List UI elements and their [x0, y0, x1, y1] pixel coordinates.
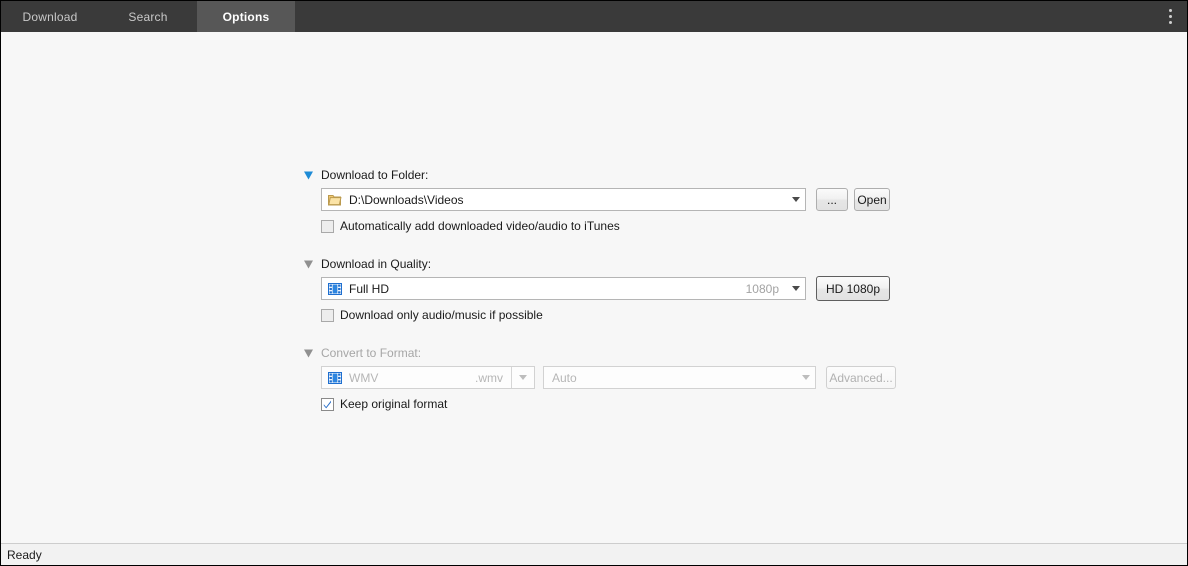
folder-icon — [328, 194, 342, 205]
itunes-checkbox-label: Automatically add downloaded video/audio… — [340, 219, 620, 233]
audio-only-checkbox-label: Download only audio/music if possible — [340, 308, 543, 322]
row-download-folder: D:\Downloads\Videos ... Open — [321, 188, 903, 211]
film-icon — [328, 282, 342, 295]
status-bar: Ready — [1, 543, 1187, 565]
browse-folder-label: ... — [826, 192, 837, 207]
folder-path-combobox[interactable]: D:\Downloads\Videos — [321, 188, 806, 211]
group-header-convert-to-format[interactable]: Convert to Format: — [303, 344, 903, 362]
browse-folder-button[interactable]: ... — [816, 188, 848, 211]
ellipsis-dot — [1168, 15, 1172, 18]
tab-download[interactable]: Download — [1, 1, 99, 32]
tab-search[interactable]: Search — [99, 1, 197, 32]
quality-resolution-hint: 1080p — [745, 281, 779, 296]
film-icon — [328, 371, 342, 384]
audio-only-checkbox[interactable] — [321, 308, 334, 322]
open-folder-button[interactable]: Open — [854, 188, 890, 211]
keep-original-format-checkbox[interactable] — [321, 397, 334, 411]
advanced-settings-label: Advanced... — [829, 370, 893, 385]
checkbox-row-audio-only[interactable]: Download only audio/music if possible — [321, 306, 903, 324]
format-extension: .wmv — [475, 370, 503, 385]
group-label-convert-to-format: Convert to Format: — [321, 346, 422, 360]
quality-combobox[interactable]: Full HD 1080p — [321, 277, 806, 300]
group-label-download-in-quality: Download in Quality: — [321, 257, 432, 271]
format-combobox[interactable]: WMV .wmv — [321, 366, 535, 389]
group-convert-to-format: Convert to Format: WMV .wmv Auto Advance… — [303, 344, 903, 413]
format-value: WMV — [349, 370, 379, 385]
hd-quality-button[interactable]: HD 1080p — [816, 276, 890, 301]
hd-quality-label: HD 1080p — [825, 281, 881, 296]
ellipsis-dot — [1168, 21, 1172, 24]
chevron-down-icon[interactable] — [303, 170, 314, 181]
application-window: Download Search Options Download to Fold… — [0, 0, 1188, 566]
group-header-download-in-quality[interactable]: Download in Quality: — [303, 255, 903, 273]
tab-search-label: Search — [128, 9, 168, 24]
tab-options[interactable]: Options — [197, 1, 295, 32]
checkbox-row-itunes[interactable]: Automatically add downloaded video/audio… — [321, 217, 903, 235]
keep-original-format-label: Keep original format — [340, 397, 448, 411]
tab-options-label: Options — [222, 9, 270, 24]
chevron-down-icon[interactable] — [511, 367, 534, 388]
folder-path-value: D:\Downloads\Videos — [349, 192, 464, 207]
options-panel: Download to Folder: D:\Downloads\Videos — [303, 166, 903, 413]
chevron-down-icon[interactable] — [303, 259, 314, 270]
group-download-in-quality: Download in Quality: Full HD 1080p HD 10… — [303, 255, 903, 324]
chevron-down-icon[interactable] — [797, 367, 815, 388]
preset-value: Auto — [552, 370, 577, 385]
preset-combobox[interactable]: Auto — [543, 366, 816, 389]
options-content-area: Download to Folder: D:\Downloads\Videos — [1, 32, 1187, 543]
row-convert-format: WMV .wmv Auto Advanced... — [321, 366, 903, 389]
tab-bar-spacer — [295, 1, 1153, 32]
vertical-ellipsis-icon[interactable] — [1153, 1, 1187, 32]
checkbox-row-keep-original[interactable]: Keep original format — [321, 395, 903, 413]
advanced-settings-button[interactable]: Advanced... — [826, 366, 896, 389]
tab-download-label: Download — [22, 9, 78, 24]
group-header-download-to-folder[interactable]: Download to Folder: — [303, 166, 903, 184]
status-bar-text: Ready — [7, 547, 42, 562]
itunes-checkbox[interactable] — [321, 219, 334, 233]
tab-bar: Download Search Options — [1, 1, 1187, 32]
row-download-quality: Full HD 1080p HD 1080p — [321, 276, 903, 301]
open-folder-label: Open — [857, 192, 887, 207]
quality-value: Full HD — [349, 281, 390, 296]
group-label-download-to-folder: Download to Folder: — [321, 168, 429, 182]
chevron-down-icon[interactable] — [303, 348, 314, 359]
ellipsis-dot — [1168, 9, 1172, 12]
group-download-to-folder: Download to Folder: D:\Downloads\Videos — [303, 166, 903, 235]
chevron-down-icon[interactable] — [787, 189, 805, 210]
chevron-down-icon[interactable] — [787, 278, 805, 299]
